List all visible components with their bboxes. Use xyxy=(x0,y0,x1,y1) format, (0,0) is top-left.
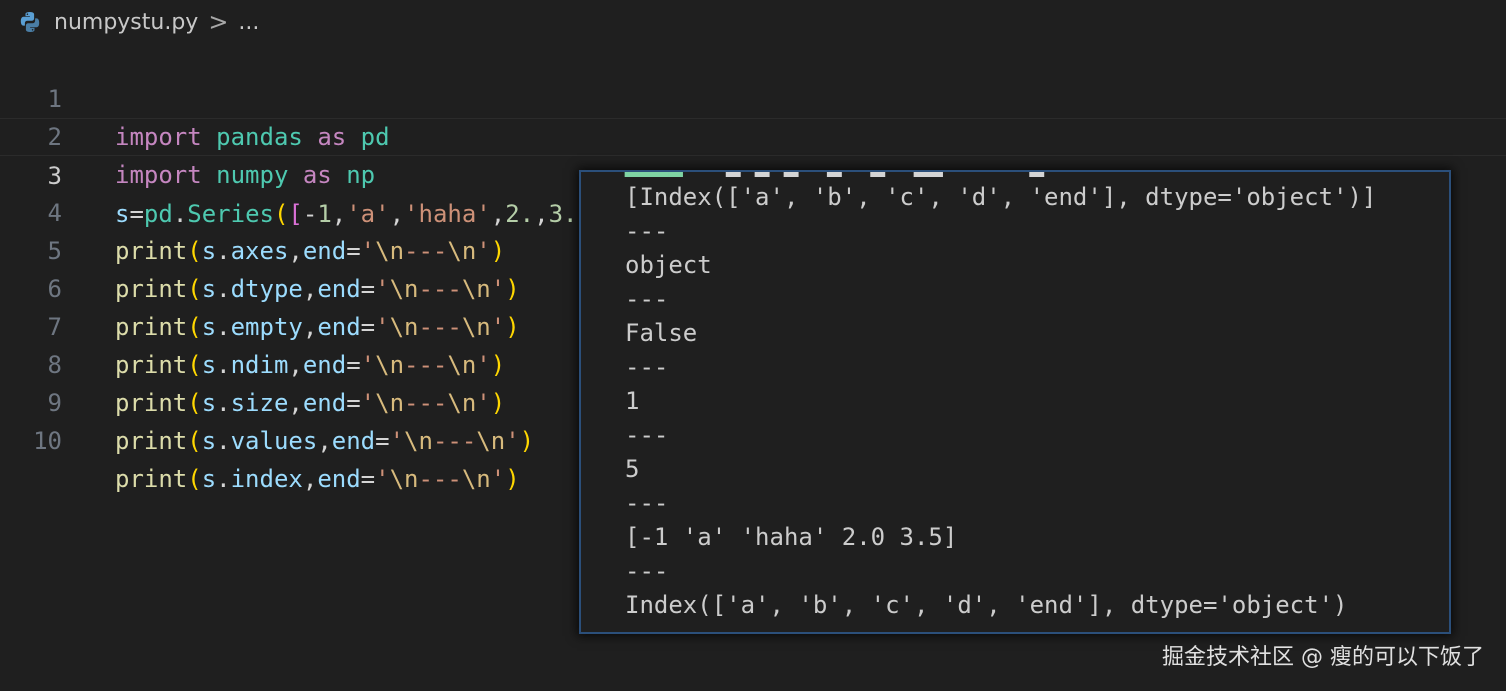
line-number: 10 xyxy=(33,427,62,455)
code-line-current[interactable]: 3 s=pd.Series([-1,'a','haha',2.,3.5],ind… xyxy=(0,118,1506,228)
output-line: --- xyxy=(625,421,669,449)
watermark-text: 掘金技术社区 @ 瘦的可以下饭了 xyxy=(1162,645,1484,670)
breadcrumb-more[interactable]: ... xyxy=(238,10,259,35)
output-line: --- xyxy=(625,217,669,245)
code-text: print(s.values,end='\n---\n') xyxy=(115,427,535,455)
output-line: [-1 'a' 'haha' 2.0 3.5] xyxy=(625,523,958,551)
output-panel[interactable]: ▄▄▄▄ ▀ ▄▀▄▀▄ ▄ ▀▄ ▄▄▀ ▀ ▀ ▄ [Index(['a',… xyxy=(579,170,1451,634)
output-line: False xyxy=(625,319,698,347)
output-line: --- xyxy=(625,353,669,381)
output-line: object xyxy=(625,251,712,279)
code-line[interactable]: 1 import pandas as pd xyxy=(0,42,1506,151)
output-line: --- xyxy=(625,489,669,517)
code-text: print(s.index,end='\n---\n') xyxy=(115,465,520,493)
output-line: --- xyxy=(625,285,669,313)
breadcrumb-file-name[interactable]: numpystu.py xyxy=(54,10,198,35)
output-line: --- xyxy=(625,557,669,585)
python-icon xyxy=(20,12,40,32)
output-line: 1 xyxy=(625,387,640,415)
output-line: Index(['a', 'b', 'c', 'd', 'end'], dtype… xyxy=(625,591,1348,619)
code-line[interactable]: 2 import numpy as np xyxy=(0,80,1506,189)
breadcrumb: numpystu.py > ... xyxy=(0,0,1506,44)
output-line: [Index(['a', 'b', 'c', 'd', 'end'], dtyp… xyxy=(625,183,1377,211)
clipped-output-line: ▄▄▄▄ ▀ ▄▀▄▀▄ ▄ ▀▄ ▄▄▀ ▀ ▀ ▄ xyxy=(625,172,1044,180)
chevron-right-icon: > xyxy=(208,8,229,36)
output-line: 5 xyxy=(625,455,640,483)
